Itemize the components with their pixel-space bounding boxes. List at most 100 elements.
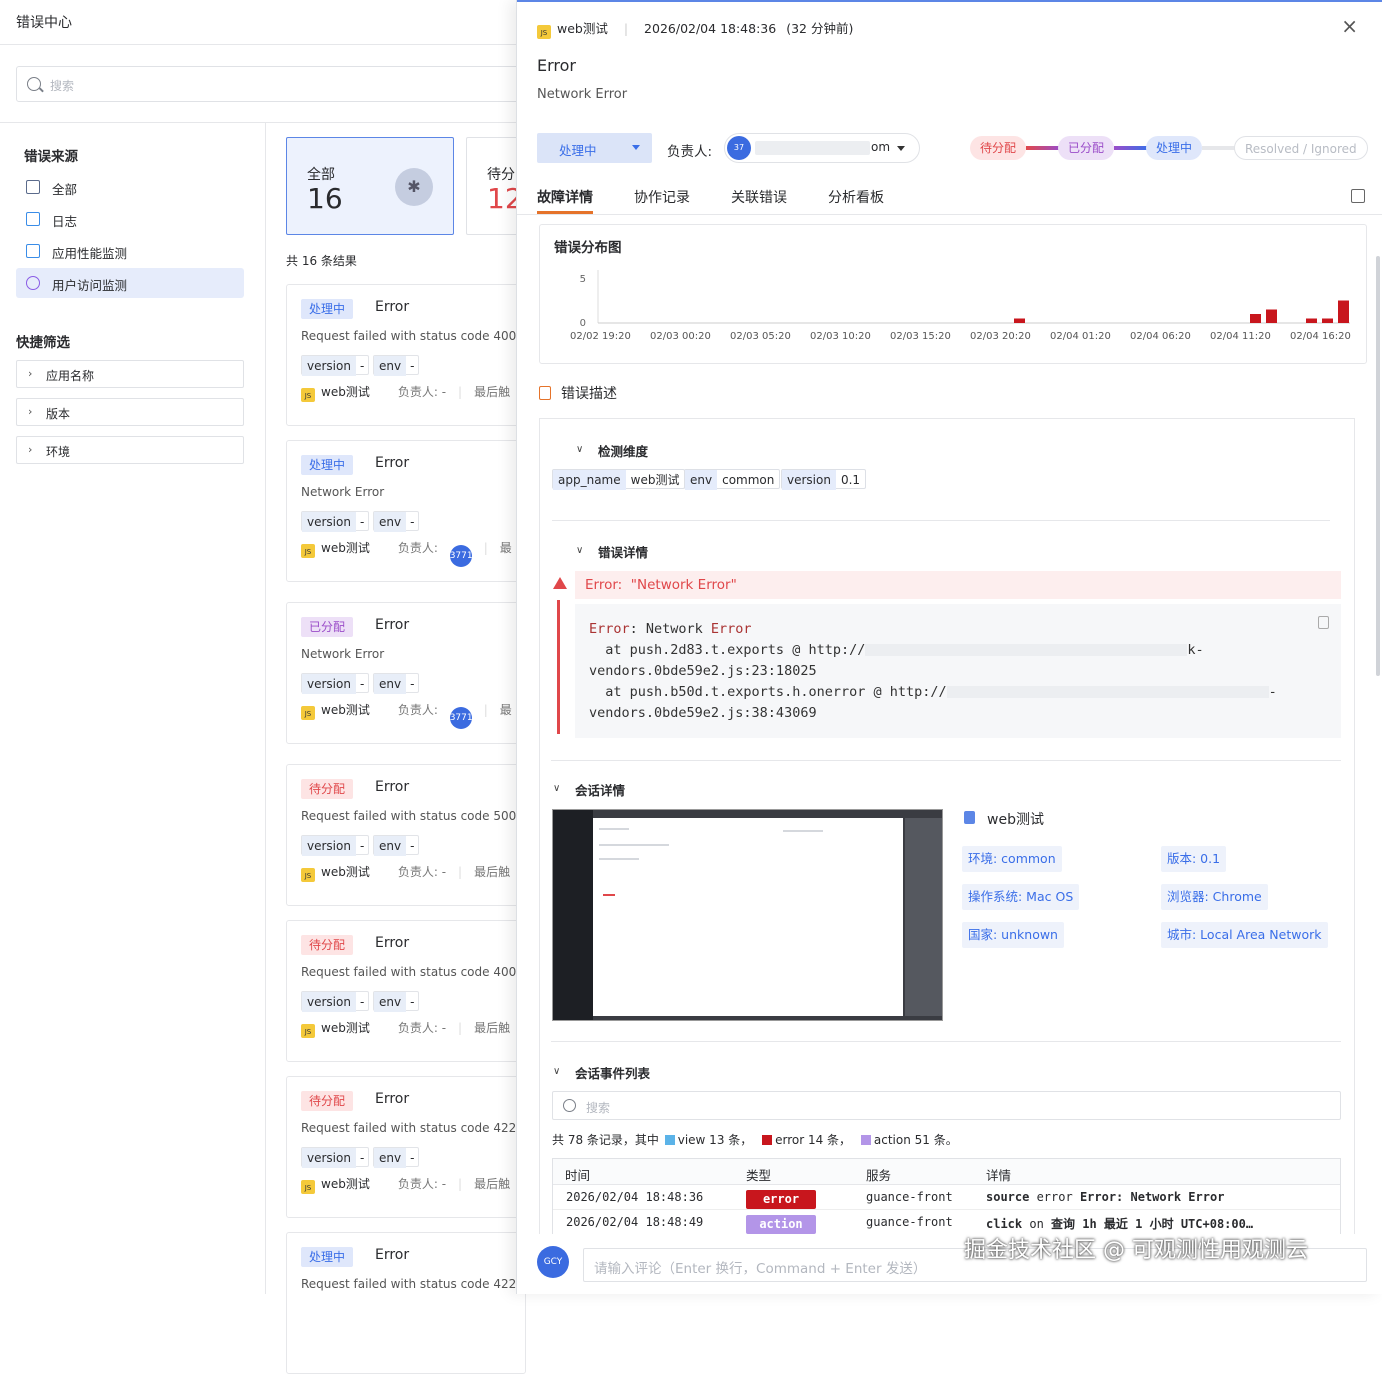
session-env: 环境: common — [962, 846, 1062, 872]
tag-version: version - — [301, 1147, 370, 1168]
apm-icon — [26, 244, 40, 258]
document-icon — [964, 811, 975, 824]
close-icon[interactable]: × — [1341, 14, 1358, 38]
card-desc: Network Error — [301, 485, 385, 499]
table-row[interactable]: 2026/02/04 18:48:36 error guance-front s… — [553, 1185, 1340, 1210]
error-distribution-chart: 错误分布图 0 5 02/02 19:20 02/03 00:20 02/03 05:2… — [539, 224, 1367, 364]
card-title: Error — [375, 1247, 410, 1263]
tab-bar: 故障详情 协作记录 关联错误 分析看板 — [517, 177, 1382, 215]
tag-env: env - — [373, 511, 420, 532]
chevron-down-icon[interactable]: ∨ — [576, 545, 583, 556]
tag-version: version - — [301, 835, 370, 856]
flow-resolved[interactable]: Resolved / Ignored — [1234, 136, 1368, 160]
scrollbar[interactable] — [1376, 256, 1380, 676]
panel-time: 2026/02/04 18:48:36 — [644, 21, 777, 36]
source-item-log[interactable]: 日志 — [16, 204, 244, 234]
x-tick-label: 02/03 00:20 — [650, 331, 711, 342]
flow-assigned[interactable]: 已分配 — [1058, 136, 1115, 160]
chart-bar — [1322, 318, 1333, 323]
session-version: 版本: 0.1 — [1161, 846, 1227, 872]
owner-select[interactable]: 37 om — [724, 133, 920, 163]
tag-version: version - — [301, 355, 370, 376]
events-count: 共 78 条记录，其中 view 13 条， error 14 条， actio… — [552, 1133, 958, 1147]
session-browser: 浏览器: Chrome — [1161, 884, 1268, 910]
search-icon — [563, 1099, 576, 1112]
error-card[interactable]: 处理中 Error Request failed with status code … — [286, 1232, 526, 1374]
card-footer: JS web测试 负责人: - | 最后触 — [301, 863, 525, 883]
tag-version: version - — [301, 511, 370, 532]
panel-app: web测试 — [557, 21, 608, 36]
bug-icon: ✱ — [395, 168, 433, 206]
source-item-apm[interactable]: 应用性能监测 — [16, 236, 244, 266]
flow-pending[interactable]: 待分配 — [970, 136, 1027, 160]
x-tick-label: 02/02 19:20 — [570, 331, 631, 342]
card-desc: Network Error — [301, 647, 385, 661]
source-item-all[interactable]: 全部 — [16, 172, 244, 202]
error-card[interactable]: 待分配 Error Request failed with status code … — [286, 764, 526, 906]
card-desc: Request failed with status code 400 — [301, 329, 517, 343]
panel-title: Error — [537, 56, 576, 75]
chart-bar — [1306, 318, 1317, 323]
error-card[interactable]: 已分配 Error Network Error version - env - JS web测试… — [286, 602, 526, 744]
tab-related[interactable]: 关联错误 — [731, 187, 787, 207]
source-item-rum[interactable]: 用户访问监测 — [16, 268, 244, 298]
error-card[interactable]: 待分配 Error Request failed with status code … — [286, 920, 526, 1062]
x-tick-label: 02/04 01:20 — [1050, 331, 1111, 342]
copy-icon[interactable] — [1318, 616, 1329, 629]
error-card[interactable]: 处理中 Error Network Error version - env - JS web测试… — [286, 440, 526, 582]
source-title: 错误来源 — [24, 149, 78, 165]
js-icon: JS — [301, 544, 315, 558]
status-dropdown[interactable]: 处理中 — [537, 133, 652, 163]
filter-version[interactable]: › 版本 — [16, 398, 244, 426]
status-badge: 待分配 — [301, 935, 354, 955]
x-tick-label: 02/04 11:20 — [1210, 331, 1271, 342]
tag-env: env - — [373, 673, 420, 694]
session-country: 国家: unknown — [962, 922, 1064, 948]
chevron-down-icon[interactable]: ∨ — [553, 1066, 560, 1077]
card-title: Error — [375, 935, 410, 951]
x-tick-label: 02/04 06:20 — [1130, 331, 1191, 342]
chevron-down-icon[interactable]: ∨ — [553, 783, 560, 794]
error-detail-title: 错误详情 — [598, 545, 649, 560]
filter-env[interactable]: › 环境 — [16, 436, 244, 464]
y-tick-label: 0 — [580, 318, 586, 329]
desc-title: 错误描述 — [561, 386, 617, 402]
filter-app-name[interactable]: › 应用名称 — [16, 360, 244, 388]
card-desc: Request failed with status code 422 — [301, 1121, 517, 1135]
card-title: Error — [375, 617, 410, 633]
dimension-tag: env common — [684, 469, 781, 490]
js-icon: JS — [301, 388, 315, 402]
panel-header: JS web测试 | 2026/02/04 18:48:36 (32 分钟前) — [537, 18, 853, 39]
caret-down-icon — [897, 146, 905, 151]
session-app: web测试 — [987, 812, 1044, 828]
flow-processing[interactable]: 处理中 — [1146, 136, 1203, 160]
tab-fault-detail[interactable]: 故障详情 — [537, 187, 593, 207]
card-title: Error — [375, 1091, 410, 1107]
events-table: 时间 类型 服务 详情 2026/02/04 18:48:36 error gu… — [552, 1158, 1341, 1235]
tab-collab[interactable]: 协作记录 — [634, 187, 690, 207]
card-title: Error — [375, 779, 410, 795]
edit-icon[interactable] — [1351, 189, 1365, 203]
error-card[interactable]: 待分配 Error Request failed with status code … — [286, 1076, 526, 1218]
error-card[interactable]: 处理中 Error Request failed with status code … — [286, 284, 526, 426]
stat-card-all[interactable]: 全部 16 ✱ — [286, 137, 454, 235]
card-footer: JS web测试 负责人: - | 最后触 — [301, 1019, 525, 1039]
warning-icon — [553, 577, 567, 589]
search-icon — [27, 77, 41, 91]
watermark: 掘金技术社区 @ 可观测性用观测云 — [964, 1238, 1308, 1263]
session-replay-thumbnail[interactable] — [552, 809, 943, 1021]
rum-icon — [26, 276, 40, 290]
events-search-input[interactable]: 搜索 — [552, 1091, 1341, 1120]
session-title: 会话详情 — [575, 783, 626, 798]
search-input[interactable]: 搜索 — [16, 66, 536, 102]
avatar: 3771 — [449, 545, 473, 567]
chart-bar — [1266, 309, 1277, 323]
panel-ago: (32 分钟前) — [786, 21, 854, 36]
dimension-tag: version 0.1 — [781, 469, 867, 490]
search-doc-icon — [26, 180, 40, 194]
chevron-down-icon[interactable]: ∨ — [576, 444, 583, 455]
tab-dashboard[interactable]: 分析看板 — [828, 187, 884, 207]
quick-filter-title: 快捷筛选 — [16, 335, 70, 351]
dimensions-title: 检测维度 — [598, 444, 649, 459]
tag-env: env - — [373, 355, 420, 376]
